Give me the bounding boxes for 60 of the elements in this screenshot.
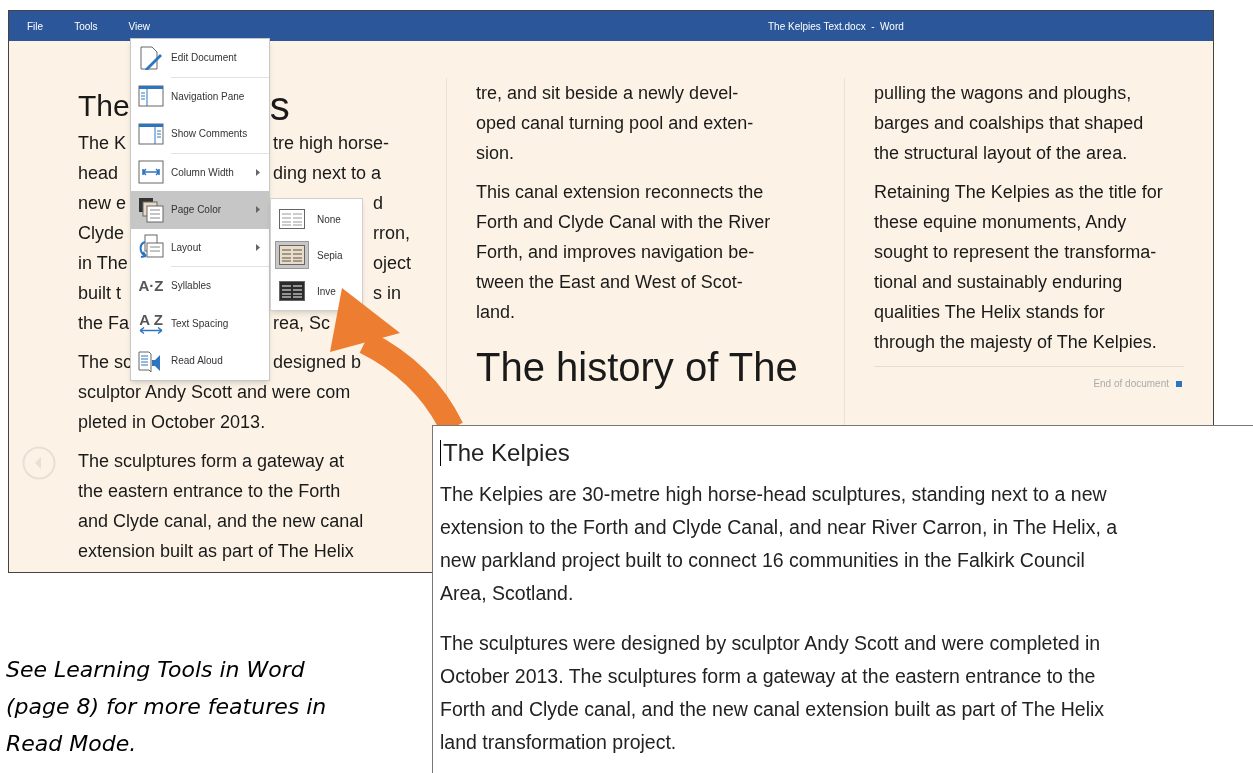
- caption: See Learning Tools in Word (page 8) for more features in Read Mode.: [6, 656, 327, 758]
- window-title: The Kelpies Text.docx - Word: [768, 19, 904, 34]
- text-line: and Clyde canal, and the new canal: [78, 510, 364, 533]
- column-width-icon: [138, 159, 164, 186]
- text-fragment: in The: [78, 252, 129, 275]
- text-fragment: s in: [373, 282, 401, 305]
- text-cursor: [440, 440, 441, 466]
- text-fragment: oject: [373, 252, 412, 275]
- text-fragment: tre high horse-: [273, 132, 390, 155]
- end-of-document-label: End of document: [1093, 377, 1169, 391]
- menu-item[interactable]: A·Z Syllables: [131, 267, 269, 305]
- text-fragment: rron,: [373, 222, 410, 245]
- text-line: extension built as part of The Helix: [78, 540, 354, 563]
- paragraph: The Kelpies are 30-metre high horse-head sculptures, standing next to a new extension to the Forth and Clyde Canal, and near River Carron, in The Helix, a new parkland project built to connect 16 communities in the Falkirk Council Area, Scotland.: [440, 482, 1119, 606]
- menu-tab[interactable]: File: [27, 18, 44, 34]
- heading: The history of The: [476, 345, 799, 389]
- text-fragment: The K: [78, 132, 128, 155]
- text-line: The sculptures form a gateway at: [78, 450, 345, 473]
- edit-document-icon: [138, 44, 164, 71]
- navigation-pane-icon: [138, 83, 164, 110]
- letters-glyph: A·Z: [138, 278, 164, 294]
- menu-item[interactable]: Inve: [271, 273, 336, 309]
- menu-item[interactable]: None: [271, 201, 341, 237]
- text-fragment: designed b: [273, 351, 362, 374]
- text-fragment: ding next to a: [273, 162, 382, 185]
- text-line: sculptor Andy Scott and were com: [78, 381, 351, 404]
- text-line: the eastern entrance to the Forth: [78, 480, 341, 503]
- heading: The Kelpies: [443, 438, 570, 468]
- paragraph: Retaining The Kelpies as the title for these equine monuments, Andy sought to represent the transforma- tional and sustainably enduring qualities The Helix stands for through the majesty of The Kelpies.: [874, 181, 1164, 354]
- paragraph: The sculptures were designed by sculptor Andy Scott and were completed in October 2013. The sculptures form a gateway at the eastern entrance to the Forth and Clyde canal, and the new canal extension built as part of The Helix land transformation project.: [440, 631, 1106, 755]
- menu-item[interactable]: Navigation Pane: [131, 77, 269, 115]
- layout-icon: [138, 234, 164, 261]
- letters-glyph: A Z: [139, 312, 163, 328]
- menu-item[interactable]: Sepia: [271, 237, 343, 273]
- text-fragment: head: [78, 162, 120, 185]
- menu-item[interactable]: Read Aloud: [131, 342, 269, 380]
- menu-tab[interactable]: Tools: [74, 18, 98, 34]
- double-arrow-icon: [139, 327, 163, 335]
- menu-item[interactable]: Layout: [131, 228, 269, 266]
- menu-item[interactable]: Page Color: [131, 191, 269, 229]
- paragraph: This canal extension reconnects the Forth and Clyde Canal with the River Forth, and improves navigation be- tween the East and West of Scot- land.: [476, 181, 772, 324]
- text-fragment: rea, Sc: [273, 312, 331, 335]
- text-fragment: new e: [78, 192, 128, 215]
- comments-pane-icon: [138, 120, 164, 147]
- menu-item[interactable]: Show Comments: [131, 115, 269, 153]
- paragraph: pulling the wagons and ploughs, barges and coalships that shaped the structural layout of the area.: [874, 82, 1145, 165]
- menu-item[interactable]: A Z Text Spacing: [131, 304, 269, 342]
- menu-item[interactable]: Edit Document: [131, 39, 269, 77]
- text-fragment: Clyde: [78, 222, 126, 245]
- text-fragment: built t: [78, 282, 123, 305]
- heading-fragment: s: [269, 84, 290, 128]
- heading: The: [78, 88, 130, 124]
- text-fragment: d: [373, 192, 383, 215]
- text-line: pleted in October 2013.: [78, 411, 266, 434]
- text-fragment: the Fa: [78, 312, 131, 335]
- stacked-pages-icon: [138, 196, 164, 223]
- menu-tab[interactable]: View: [128, 18, 150, 34]
- end-marker-icon: [1176, 380, 1182, 387]
- paragraph: tre, and sit beside a newly devel- oped canal turning pool and exten- sion.: [476, 82, 755, 165]
- menu-item[interactable]: Column Width: [131, 153, 269, 191]
